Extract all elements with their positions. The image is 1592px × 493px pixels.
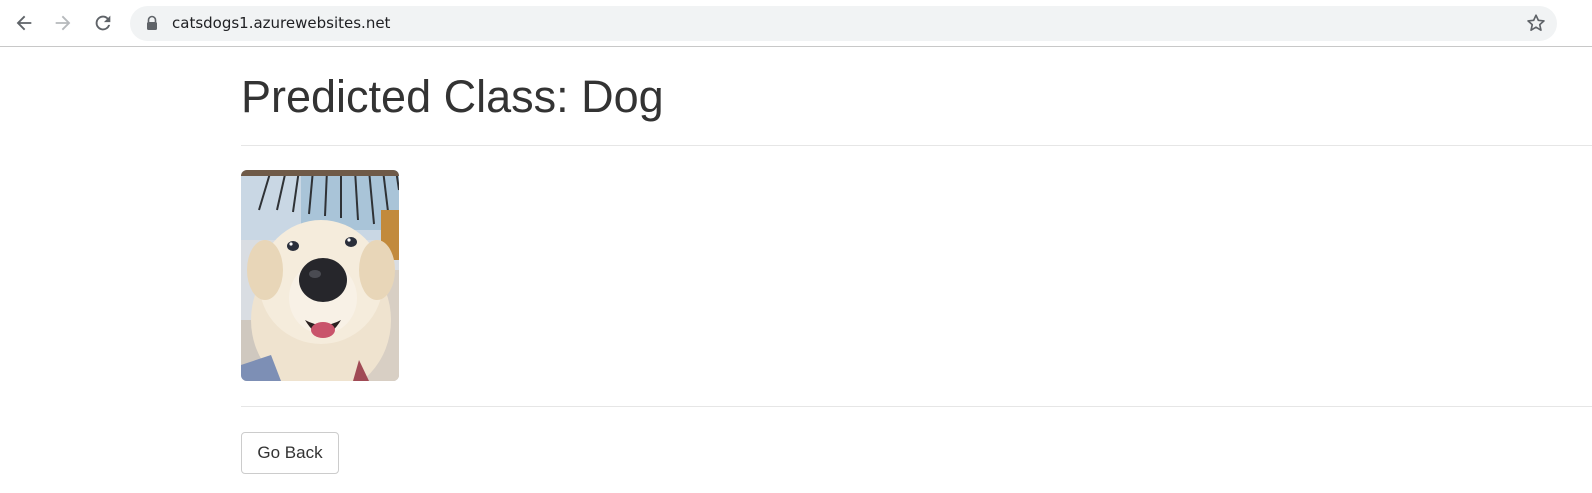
address-bar[interactable]: catsdogs1.azurewebsites.net: [130, 6, 1557, 41]
divider-bottom: [241, 406, 1592, 407]
forward-arrow-icon: [55, 15, 71, 31]
browser-toolbar: catsdogs1.azurewebsites.net: [0, 0, 1592, 47]
lock-icon: [147, 15, 157, 30]
uploaded-dog-photo: [241, 170, 399, 381]
reload-button[interactable]: [88, 8, 118, 38]
divider-top: [241, 145, 1592, 146]
back-arrow-icon: [16, 15, 32, 31]
forward-button[interactable]: [48, 8, 78, 38]
url-text: catsdogs1.azurewebsites.net: [172, 14, 391, 32]
go-back-button[interactable]: Go Back: [241, 432, 339, 474]
bookmark-star-icon[interactable]: [1525, 12, 1547, 34]
back-button[interactable]: [9, 8, 39, 38]
reload-icon: [95, 15, 111, 31]
page-title: Predicted Class: Dog: [241, 71, 664, 122]
